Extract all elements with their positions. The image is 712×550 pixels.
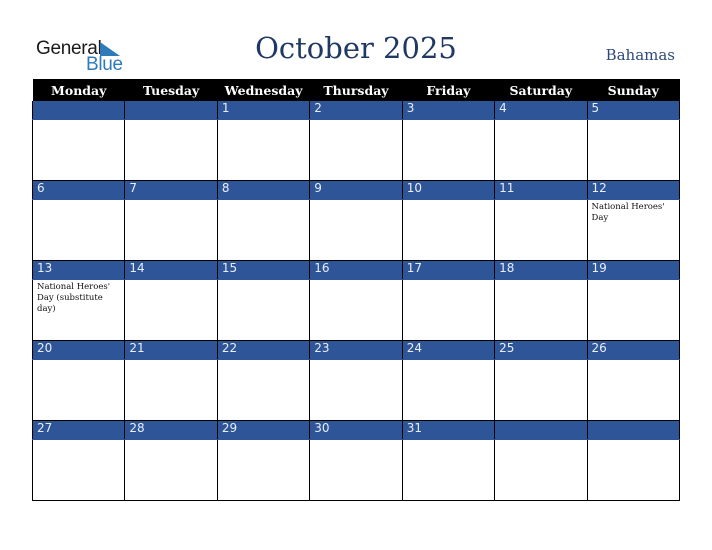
day-cell-events[interactable]: [31, 119, 126, 181]
day-cell-events[interactable]: [586, 279, 681, 341]
day-cell-events[interactable]: [216, 359, 311, 421]
day-cell-events[interactable]: [309, 279, 403, 341]
day-cell-events[interactable]: [401, 119, 496, 181]
day-cell-events[interactable]: [309, 119, 403, 181]
day-cell-events[interactable]: [494, 119, 588, 181]
day-number[interactable]: 15: [216, 260, 311, 280]
week-date-band: 13 14 15 16 17 18 19: [31, 260, 681, 280]
day-number[interactable]: 16: [309, 260, 403, 280]
day-cell-events[interactable]: [124, 279, 218, 341]
day-cell-events[interactable]: [494, 279, 588, 341]
day-number[interactable]: 22: [216, 340, 311, 360]
day-cell-events[interactable]: [31, 359, 126, 421]
day-cell-events[interactable]: [494, 199, 588, 261]
day-cell-events[interactable]: [31, 439, 126, 501]
day-number[interactable]: [494, 420, 588, 440]
day-number[interactable]: 21: [124, 340, 218, 360]
day-number[interactable]: 30: [309, 420, 403, 440]
day-cell-events[interactable]: [216, 439, 311, 501]
day-cell-events[interactable]: [124, 439, 218, 501]
day-cell-events[interactable]: [401, 439, 496, 501]
day-cell-events[interactable]: [494, 439, 588, 501]
day-number[interactable]: 3: [401, 101, 496, 120]
weekday-header: Saturday: [494, 79, 588, 101]
day-cell-events[interactable]: [586, 359, 681, 421]
day-number[interactable]: 29: [216, 420, 311, 440]
week-date-band: 27 28 29 30 31: [31, 420, 681, 440]
day-cell-events[interactable]: [401, 359, 496, 421]
weekday-header: Sunday: [587, 79, 680, 101]
day-number[interactable]: 10: [401, 180, 496, 200]
day-number[interactable]: 14: [124, 260, 218, 280]
day-number[interactable]: 8: [216, 180, 311, 200]
day-number[interactable]: 18: [494, 260, 588, 280]
day-number[interactable]: 12: [586, 180, 681, 200]
weekday-header: Thursday: [309, 79, 403, 101]
day-number[interactable]: 28: [124, 420, 218, 440]
day-cell-events[interactable]: [401, 279, 496, 341]
week-event-row: [31, 119, 681, 181]
day-number[interactable]: 13: [31, 260, 126, 280]
day-number[interactable]: 7: [124, 180, 218, 200]
day-number[interactable]: 2: [309, 101, 403, 120]
week-event-row: National Heroes' Day (substitute day): [31, 279, 681, 341]
day-number[interactable]: 19: [586, 260, 681, 280]
day-cell-events[interactable]: [494, 359, 588, 421]
country-label: Bahamas: [605, 46, 675, 64]
calendar-grid: Monday Tuesday Wednesday Thursday Friday…: [31, 79, 681, 501]
weekday-header: Wednesday: [217, 79, 310, 101]
day-number[interactable]: 1: [216, 101, 311, 120]
day-cell-events[interactable]: [309, 199, 403, 261]
week-event-row: [31, 439, 681, 501]
day-number[interactable]: 9: [309, 180, 403, 200]
day-number[interactable]: 20: [31, 340, 126, 360]
day-number[interactable]: 27: [31, 420, 126, 440]
day-cell-events[interactable]: [216, 119, 311, 181]
weekday-header: Tuesday: [124, 79, 218, 101]
day-cell-events[interactable]: [586, 439, 681, 501]
day-cell-events[interactable]: [586, 119, 681, 181]
day-cell-events[interactable]: [216, 199, 311, 261]
week-date-band: 12345: [31, 101, 681, 120]
day-number[interactable]: [124, 101, 218, 120]
day-cell-events[interactable]: [216, 279, 311, 341]
day-cell-events[interactable]: [309, 359, 403, 421]
day-cell-events[interactable]: [401, 199, 496, 261]
day-number[interactable]: 24: [401, 340, 496, 360]
day-cell-events[interactable]: National Heroes' Day: [586, 199, 681, 261]
week-date-band: 20 21 22 23 24 25 26: [31, 340, 681, 360]
day-number[interactable]: 11: [494, 180, 588, 200]
day-cell-events[interactable]: [124, 119, 218, 181]
week-event-row: National Heroes' Day: [31, 199, 681, 261]
day-number[interactable]: [586, 420, 681, 440]
day-number[interactable]: 31: [401, 420, 496, 440]
day-number[interactable]: 23: [309, 340, 403, 360]
day-number[interactable]: 17: [401, 260, 496, 280]
day-cell-events[interactable]: [124, 359, 218, 421]
day-cell-events[interactable]: National Heroes' Day (substitute day): [31, 279, 126, 341]
week-event-row: [31, 359, 681, 421]
weekday-header-row: Monday Tuesday Wednesday Thursday Friday…: [32, 79, 680, 101]
day-number[interactable]: 4: [494, 101, 588, 120]
weekday-header: Monday: [32, 79, 125, 101]
day-number[interactable]: 25: [494, 340, 588, 360]
day-number[interactable]: 5: [586, 101, 681, 120]
weekday-header: Friday: [402, 79, 495, 101]
day-number[interactable]: 26: [586, 340, 681, 360]
day-number[interactable]: 6: [31, 180, 126, 200]
day-cell-events[interactable]: [309, 439, 403, 501]
day-cell-events[interactable]: [124, 199, 218, 261]
day-cell-events[interactable]: [31, 199, 126, 261]
week-date-band: 6 7 8 9 10 11 12: [31, 180, 681, 200]
day-number[interactable]: [31, 101, 126, 120]
